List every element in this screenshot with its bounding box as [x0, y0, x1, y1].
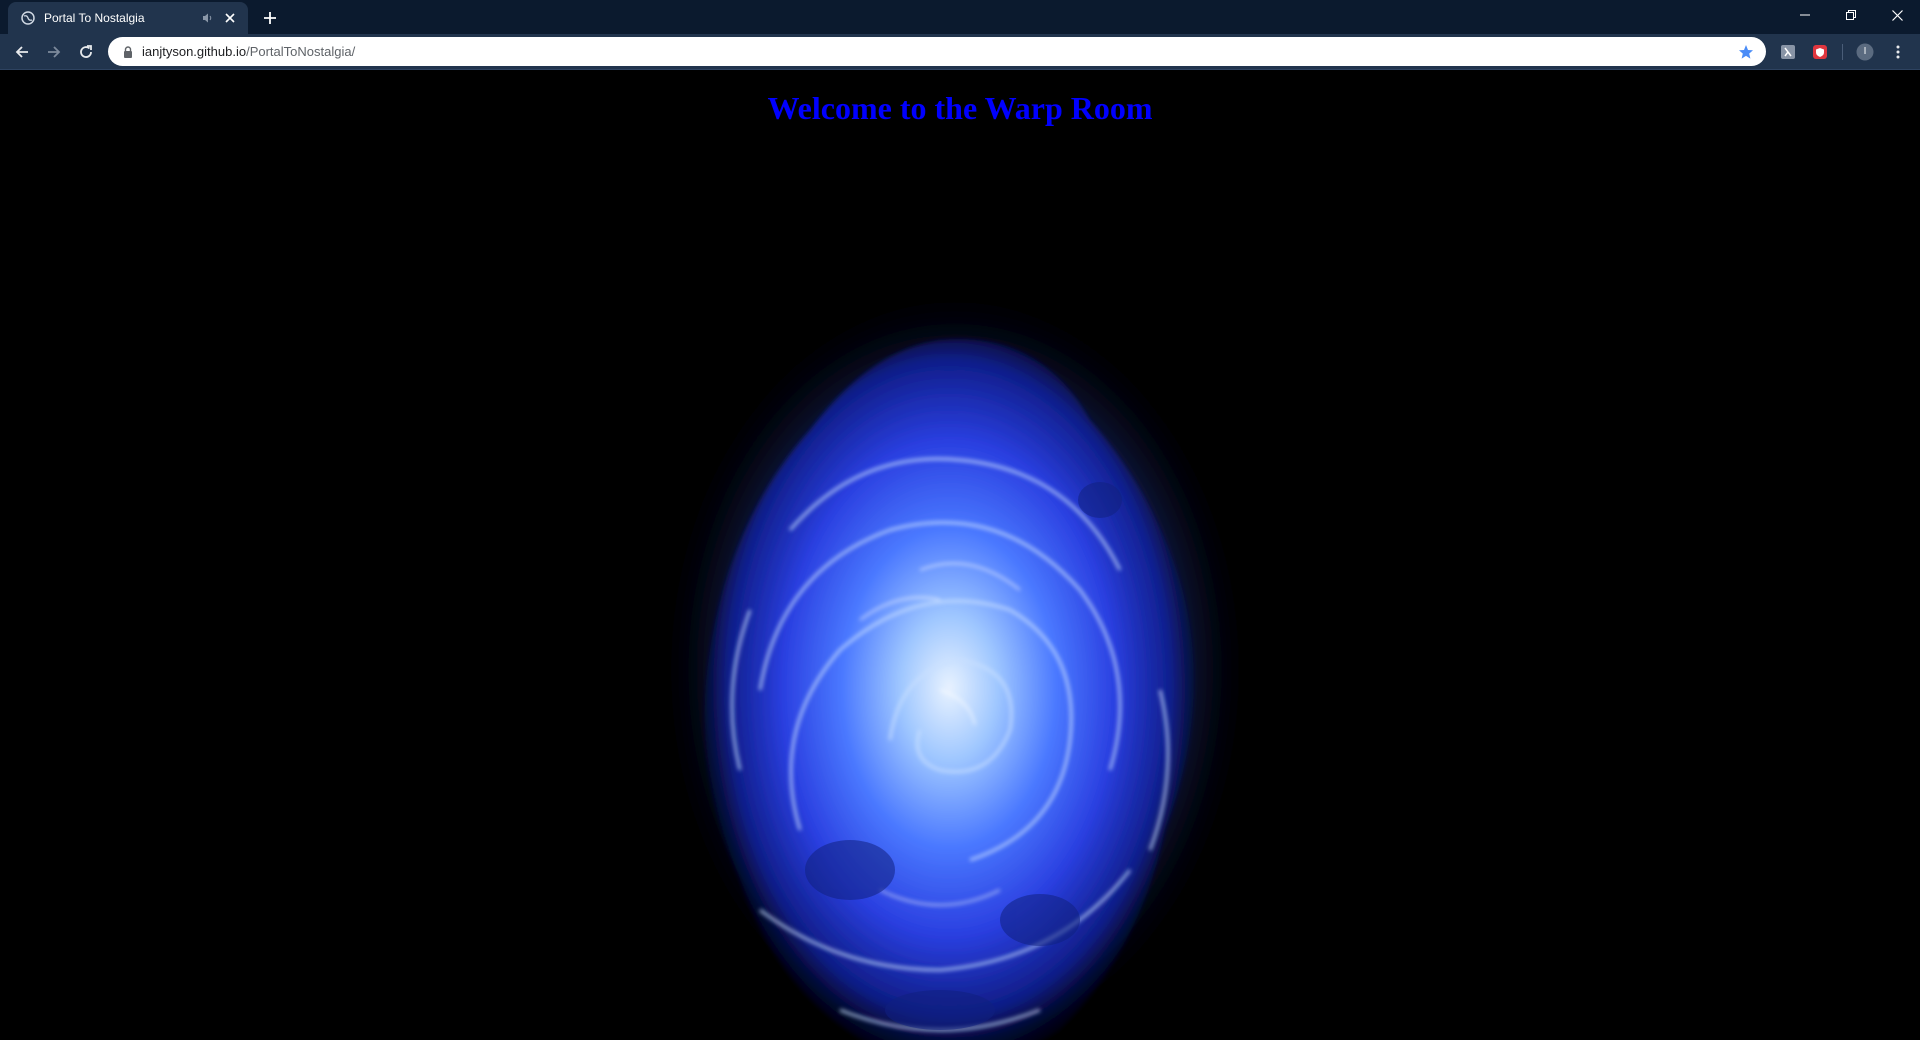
browser-toolbar: ianjtyson.github.io/PortalToNostalgia/ I	[0, 34, 1920, 70]
shield-extension-icon	[1813, 45, 1827, 59]
extension-button[interactable]	[1778, 42, 1798, 62]
plus-icon	[264, 12, 276, 24]
url-text: ianjtyson.github.io/PortalToNostalgia/	[142, 44, 1736, 59]
speaker-icon[interactable]	[200, 10, 216, 26]
new-tab-button[interactable]	[258, 6, 282, 30]
globe-icon	[20, 10, 36, 26]
url-path: /PortalToNostalgia/	[246, 44, 356, 59]
reload-button[interactable]	[72, 38, 100, 66]
profile-button[interactable]: I	[1855, 42, 1875, 62]
tab-strip: Portal To Nostalgia	[0, 0, 1920, 34]
address-bar[interactable]: ianjtyson.github.io/PortalToNostalgia/	[108, 37, 1766, 66]
page-content: Welcome to the Warp Room	[0, 70, 1920, 1040]
tab-active[interactable]: Portal To Nostalgia	[8, 2, 248, 34]
close-icon	[1891, 9, 1903, 21]
close-window-button[interactable]	[1874, 0, 1920, 30]
warp-portal-image	[655, 280, 1255, 1040]
toolbar-divider	[1842, 44, 1843, 60]
close-icon[interactable]	[222, 10, 238, 26]
star-icon	[1739, 44, 1753, 59]
forward-arrow-icon	[48, 46, 61, 58]
menu-button[interactable]	[1888, 42, 1908, 62]
bookmark-button[interactable]	[1736, 42, 1756, 62]
minimize-button[interactable]	[1782, 0, 1828, 30]
url-host: ianjtyson.github.io	[142, 44, 247, 59]
tab-title: Portal To Nostalgia	[44, 11, 145, 25]
window-controls	[1782, 0, 1920, 30]
forward-button[interactable]	[40, 38, 68, 66]
back-button[interactable]	[8, 38, 36, 66]
lock-icon[interactable]	[120, 44, 136, 60]
page-title: Welcome to the Warp Room	[767, 90, 1153, 126]
kebab-menu-icon	[1896, 45, 1900, 59]
back-arrow-icon	[15, 46, 28, 58]
shield-extension-button[interactable]	[1810, 42, 1830, 62]
restore-icon	[1846, 10, 1856, 20]
minimize-icon	[1800, 14, 1810, 16]
profile-initial: I	[1863, 46, 1867, 57]
extension-icon	[1781, 45, 1795, 59]
restore-button[interactable]	[1828, 0, 1874, 30]
reload-icon	[80, 45, 92, 58]
browser-window: Portal To Nostalgia ianjtyson.github.io/…	[0, 0, 1920, 1040]
